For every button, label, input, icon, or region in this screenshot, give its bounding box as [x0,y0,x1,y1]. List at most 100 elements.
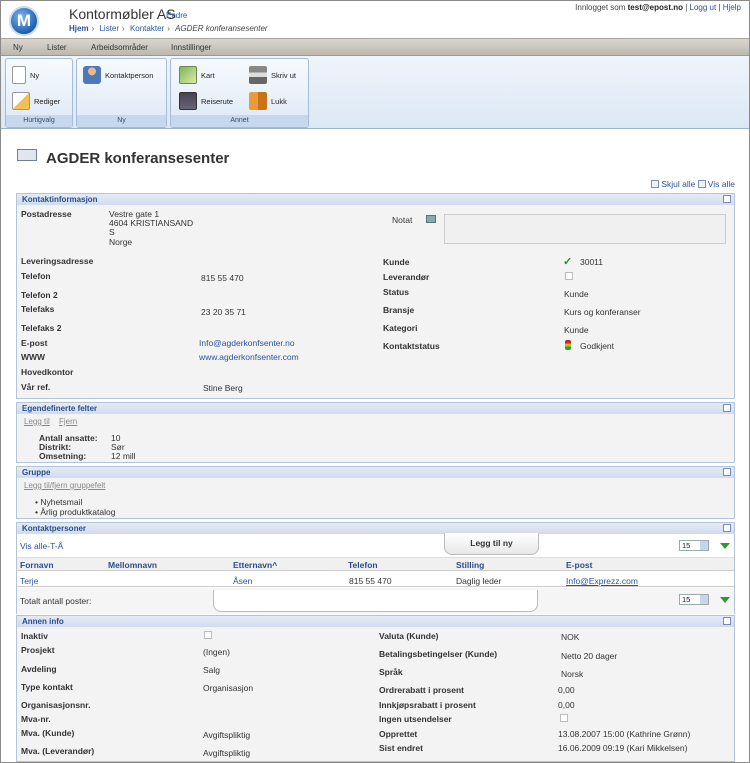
contact-phone: 815 55 470 [349,576,392,586]
section-toggles: Skjul alle Vis alle [651,179,735,189]
field-label: Omsetning: [39,451,87,461]
add-custom-field-link[interactable]: Legg til [24,417,50,426]
project-value: (Ingen) [203,647,230,657]
note-field[interactable] [444,214,726,244]
field-label: Telefaks [21,304,55,314]
edit-group-link[interactable]: Legg til/fjern gruppefelt [24,481,105,490]
menu-ny[interactable]: Ny [13,43,23,52]
page-size-select-bottom[interactable]: 15 [679,594,709,605]
total-records-label: Totalt antall poster: [20,596,92,606]
business-card-icon [17,149,37,161]
breadcrumb-current: AGDER konferansesenter [175,24,268,33]
field-label: Valuta (Kunde) [379,631,439,641]
app-logo[interactable]: M [9,6,39,36]
contact-email[interactable]: Info@Exprezz.com [566,576,638,586]
industry-value: Kurs og konferanser [564,307,641,317]
no-mailings-checkbox[interactable] [560,714,568,722]
edit-button[interactable]: Rediger [12,92,60,110]
close-button[interactable]: Lukk [249,92,287,110]
column-header[interactable]: Etternavn^ [233,560,277,570]
vat-customer-value: Avgiftspliktig [203,730,251,740]
column-header[interactable]: Mellomnavn [108,560,157,570]
column-header[interactable]: E-post [566,560,592,570]
breadcrumb-lister[interactable]: Lister [99,24,119,33]
field-label: Leveringsadresse [21,256,94,266]
menu-lister[interactable]: Lister [47,43,67,52]
field-label: Inaktiv [21,631,48,641]
note-icon[interactable] [426,215,436,223]
breadcrumb: Hjem › Lister › Kontakter › AGDER konferans… [69,24,268,33]
section-header[interactable]: Kontaktpersoner [17,523,734,534]
address-line: S [109,227,115,237]
alphabet-filter[interactable]: Vis alle-T-Å [20,541,63,551]
supplier-checkbox[interactable] [565,272,573,280]
edit-company-link[interactable]: Endre [166,11,187,20]
logged-in-label: Innlogget som [575,3,626,12]
remove-custom-field-link[interactable]: Fjern [59,417,77,426]
map-button[interactable]: Kart [179,66,215,84]
printer-icon [249,66,267,84]
page-size-select[interactable]: 15 [679,540,709,551]
add-contact-button[interactable]: Legg til ny [444,533,539,555]
section-other-info: Annen info Inaktiv Prosjekt (Ingen) Avde… [16,615,735,762]
contact-firstname[interactable]: Terje [20,576,38,586]
print-button[interactable]: Skriv ut [249,66,296,84]
field-label: Sist endret [379,743,423,753]
section-header[interactable]: Gruppe [17,467,734,478]
collapse-icon[interactable] [723,404,731,412]
customer-number: 30011 [580,257,604,267]
email-link[interactable]: Info@agderkonfsenter.no [199,338,295,348]
contact-person-icon [83,66,101,84]
traffic-light-icon [565,340,571,350]
logout-link[interactable]: Logg ut [690,3,717,12]
close-door-icon [249,92,267,110]
section-header[interactable]: Egendefinerte felter [17,403,734,414]
new-button[interactable]: Ny [12,66,39,84]
menu-innstillinger[interactable]: Innstillinger [171,43,211,52]
section-header[interactable]: Annen info [17,616,734,627]
column-header[interactable]: Stilling [456,560,484,570]
category-value: Kunde [564,325,589,335]
group-item: • Årlig produktkatalog [35,507,116,517]
ribbon-group-hurtigvalg: Ny Rediger Hurtigvalg [5,58,73,128]
ribbon-group-ny: Kontaktperson Ny [76,58,167,128]
field-label: Kategori [383,323,418,333]
payment-terms-value: Netto 20 dager [561,651,618,661]
section-group: Gruppe Legg til/fjern gruppefelt • Nyhet… [16,466,735,519]
field-label: Betalingsbetingelser (Kunde) [379,649,498,659]
field-value: 12 mill [111,451,136,461]
phone-value: 815 55 470 [201,273,244,283]
collapse-icon[interactable] [723,524,731,532]
collapse-icon[interactable] [723,468,731,476]
website-link[interactable]: www.agderkonfsenter.com [199,352,299,362]
route-button[interactable]: Reiserute [179,92,233,110]
section-contact-persons: Kontaktpersoner Vis alle-T-Å Legg til ny… [16,522,735,614]
user-links: Innlogget som test@epost.no | Logg ut | … [575,3,741,12]
hide-all-button[interactable]: Skjul alle [651,179,695,189]
field-label: Opprettet [379,729,418,739]
currency-value: NOK [561,632,580,642]
page-title: AGDER konferansesenter [46,150,230,167]
field-label: E-post [21,338,48,348]
field-label: Kontaktstatus [383,341,440,351]
help-link[interactable]: Hjelp [723,3,741,12]
field-label: Leverandør [383,272,430,282]
column-header[interactable]: Telefon [348,560,378,570]
section-contact-info: Kontaktinformasjon Postadresse Vestre ga… [16,193,735,399]
inactive-checkbox[interactable] [204,631,212,639]
contact-lastname[interactable]: Åsen [233,576,252,586]
breadcrumb-kontakter[interactable]: Kontakter [130,24,164,33]
collapse-icon[interactable] [723,195,731,203]
show-all-button[interactable]: Vis alle [697,179,735,189]
breadcrumb-home[interactable]: Hjem [69,24,89,33]
field-label: Postadresse [21,209,72,219]
last-modified-value: 16.06.2009 09:19 (Kari Mikkelsen) [558,743,688,753]
section-header[interactable]: Kontaktinformasjon [17,194,734,205]
collapse-icon[interactable] [723,617,731,625]
field-label: WWW [21,352,46,362]
export-arrow-icon[interactable] [720,597,730,603]
menu-arbeidsomrader[interactable]: Arbeidsområder [91,43,148,52]
export-arrow-icon[interactable] [720,543,730,549]
add-contact-person-button[interactable]: Kontaktperson [83,66,153,84]
column-header[interactable]: Fornavn [20,560,54,570]
